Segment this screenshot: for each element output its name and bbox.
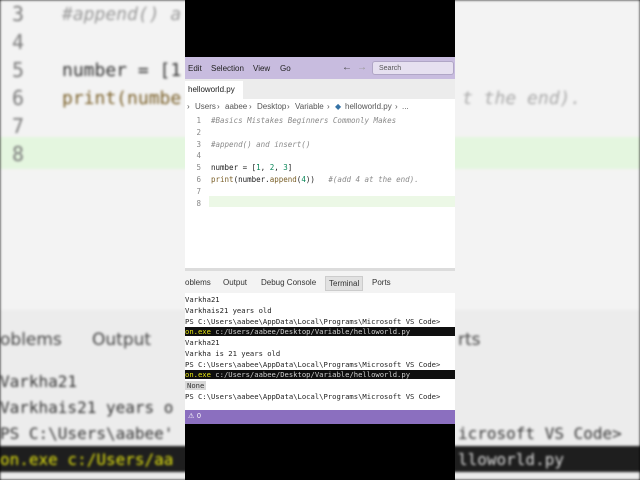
code-token: #append() and insert() [211, 139, 311, 149]
warning-icon[interactable]: ⚠ [188, 412, 194, 420]
terminal-exe: on.exe [185, 370, 211, 379]
bg-line-number: 4 [12, 30, 25, 54]
chevron-right-icon: › [327, 102, 330, 111]
search-placeholder: Search [379, 65, 402, 72]
code-token: )) [305, 175, 329, 184]
code-editor[interactable]: 1 2 3 4 5 6 7 8 #Basics Mistakes Beginners Comm… [185, 113, 455, 268]
terminal-line: on.exe c:/Users/aabee/Desktop/Variable/h… [185, 327, 455, 336]
current-line-highlight [209, 196, 455, 207]
back-arrow-icon[interactable]: ← [342, 62, 352, 73]
line-number: 4 [196, 151, 201, 161]
line-number: 6 [196, 175, 201, 184]
forward-arrow-icon[interactable]: → [357, 62, 367, 73]
bg-line-number: 6 [12, 86, 25, 110]
chevron-right-icon: › [395, 102, 398, 111]
terminal-line: on.exe c:/Users/aabee/Desktop/Variable/h… [185, 370, 455, 379]
menu-selection[interactable]: Selection [211, 64, 244, 73]
terminal-line: Varkhais21 years old [185, 306, 272, 315]
bg-terminal-line: Varkha21 [0, 372, 78, 391]
breadcrumb: › Users › aabee › Desktop › Variable › ◆… [185, 99, 455, 113]
menu-view[interactable]: View [253, 64, 270, 73]
editor-tab-label: helloworld.py [188, 85, 235, 94]
code-token: ] [287, 163, 293, 173]
terminal-exe: on.exe [185, 327, 211, 336]
code-line: print(number.append(4)) #(add 4 at the e… [211, 175, 419, 184]
line-number: 3 [196, 139, 201, 149]
line-number: 2 [196, 127, 201, 137]
editor-tab-bar: helloworld.py [185, 79, 455, 99]
terminal-line: Varkha21 [185, 338, 220, 347]
breadcrumb-item[interactable]: Variable [295, 102, 324, 111]
panel-tab-bar: oblems Output Debug Console Terminal Por… [185, 271, 455, 293]
bg-code-line: print(numbe [62, 88, 182, 109]
code-token: append [269, 175, 297, 184]
terminal[interactable]: Varkha21 Varkhais21 years old PS C:\User… [185, 293, 455, 410]
terminal-line: None [185, 381, 207, 390]
code-line: #Basics Mistakes Beginners Commonly Make… [211, 116, 396, 125]
search-input[interactable]: Search [372, 61, 454, 75]
breadcrumb-item[interactable]: Desktop [257, 102, 286, 111]
breadcrumb-item[interactable]: aabee [225, 102, 247, 111]
letterbox-top [185, 0, 455, 57]
chevron-right-icon: › [217, 102, 220, 111]
tab-terminal[interactable]: Terminal [325, 276, 364, 291]
tab-debug-console[interactable]: Debug Console [261, 278, 316, 287]
chevron-right-icon: › [287, 102, 290, 111]
bg-panel-tab: Output [92, 330, 152, 350]
terminal-path: c:/Users/aabee/Desktop/Variable/hellowor… [210, 370, 411, 379]
code-line: number = [1, 2, 3] [211, 163, 292, 172]
breadcrumb-more[interactable]: ... [402, 102, 409, 111]
chevron-right-icon: › [249, 102, 252, 111]
warning-count[interactable]: 0 [197, 413, 201, 420]
terminal-line: PS C:\Users\aabee\AppData\Local\Programs… [185, 317, 441, 326]
bg-line-number: 7 [12, 114, 25, 138]
code-token: (number. [233, 175, 270, 184]
code-token: #Basics Mistakes Beginners Commonly Make… [211, 116, 397, 125]
code-token: , [260, 163, 270, 173]
line-number: 8 [196, 198, 201, 208]
tab-problems[interactable]: oblems [185, 278, 211, 287]
chevron-right-icon: › [187, 102, 190, 111]
code-token: number = [ [211, 163, 257, 173]
bg-terminal-line: PS C:\Users\aabee' [0, 424, 174, 443]
bg-terminal-line: icrosoft VS Code> [458, 424, 622, 443]
python-file-icon: ◆ [335, 102, 342, 111]
terminal-line: PS C:\Users\aabee\AppData\Local\Programs… [185, 392, 441, 401]
bg-terminal-line: on.exe c:/Users/aa [0, 450, 174, 469]
line-number: 7 [196, 186, 201, 196]
line-number: 5 [196, 163, 201, 173]
vscode-window: Edit Selection View Go ← → Search hellow… [185, 0, 455, 480]
code-token: #(add 4 at the end). [328, 175, 419, 184]
bg-code-line: number = [1 [62, 60, 182, 81]
menu-edit[interactable]: Edit [188, 64, 202, 73]
line-number: 1 [196, 116, 201, 125]
terminal-output-none: None [185, 381, 207, 390]
title-bar: Edit Selection View Go ← → Search [185, 57, 455, 79]
bg-code-comment: t the end). [462, 88, 582, 109]
bg-terminal-line: lloworld.py [458, 450, 564, 469]
breadcrumb-item[interactable]: Users [195, 102, 216, 111]
bg-line-number: 3 [12, 2, 25, 26]
terminal-line: Varkha21 [185, 295, 220, 304]
terminal-line: PS C:\Users\aabee\AppData\Local\Programs… [185, 360, 441, 369]
tab-output[interactable]: Output [223, 278, 247, 287]
breadcrumb-file[interactable]: helloworld.py [345, 102, 392, 111]
code-token: , [274, 163, 284, 173]
terminal-path: c:/Users/aabee/Desktop/Variable/hellowor… [210, 327, 411, 336]
status-bar: ⚠ 0 [185, 410, 455, 424]
code-token: print [211, 175, 234, 184]
editor-tab-helloworld[interactable]: helloworld.py [185, 81, 243, 99]
code-line: #append() and insert() [211, 140, 310, 149]
tab-ports[interactable]: Ports [372, 278, 391, 287]
bg-code-line: #append() a [62, 4, 182, 25]
bg-line-number: 8 [12, 142, 25, 166]
menu-go[interactable]: Go [280, 64, 291, 73]
bg-panel-tab: rts [458, 330, 481, 350]
terminal-line: Varkha is 21 years old [185, 349, 281, 358]
letterbox-bottom [185, 424, 455, 480]
bg-panel-tab: oblems [0, 330, 62, 350]
bg-line-number: 5 [12, 58, 25, 82]
bg-terminal-line: Varkhais21 years o [0, 398, 174, 417]
